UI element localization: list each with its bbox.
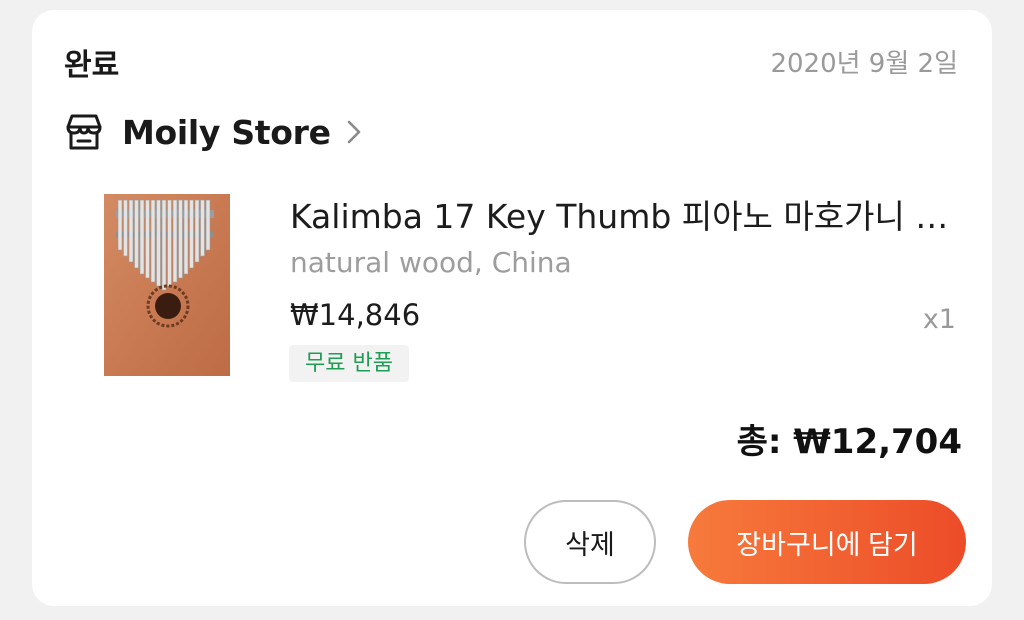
chevron-right-icon [343,119,365,145]
order-status: 완료 [64,48,120,83]
store-link[interactable]: Moily Store [62,110,365,154]
product-image[interactable] [102,192,232,378]
product-variant: natural wood, China [290,246,572,279]
add-to-cart-button[interactable]: 장바구니에 담기 [688,500,966,584]
product-price: ₩14,846 [290,298,421,332]
order-card: 완료 2020년 9월 2일 Moily Store Kalimba 17 Ke… [32,10,992,606]
order-total: 총: ₩12,704 [736,422,962,462]
store-name: Moily Store [122,112,331,152]
product-title[interactable]: Kalimba 17 Key Thumb 피아노 마호가니 나무 엄지 피아노 [290,190,962,238]
store-icon [62,110,106,154]
product-quantity: x1 [922,304,956,335]
delete-button[interactable]: 삭제 [524,500,656,584]
order-date: 2020년 9월 2일 [770,49,958,79]
free-return-badge: 무료 반품 [289,345,409,382]
